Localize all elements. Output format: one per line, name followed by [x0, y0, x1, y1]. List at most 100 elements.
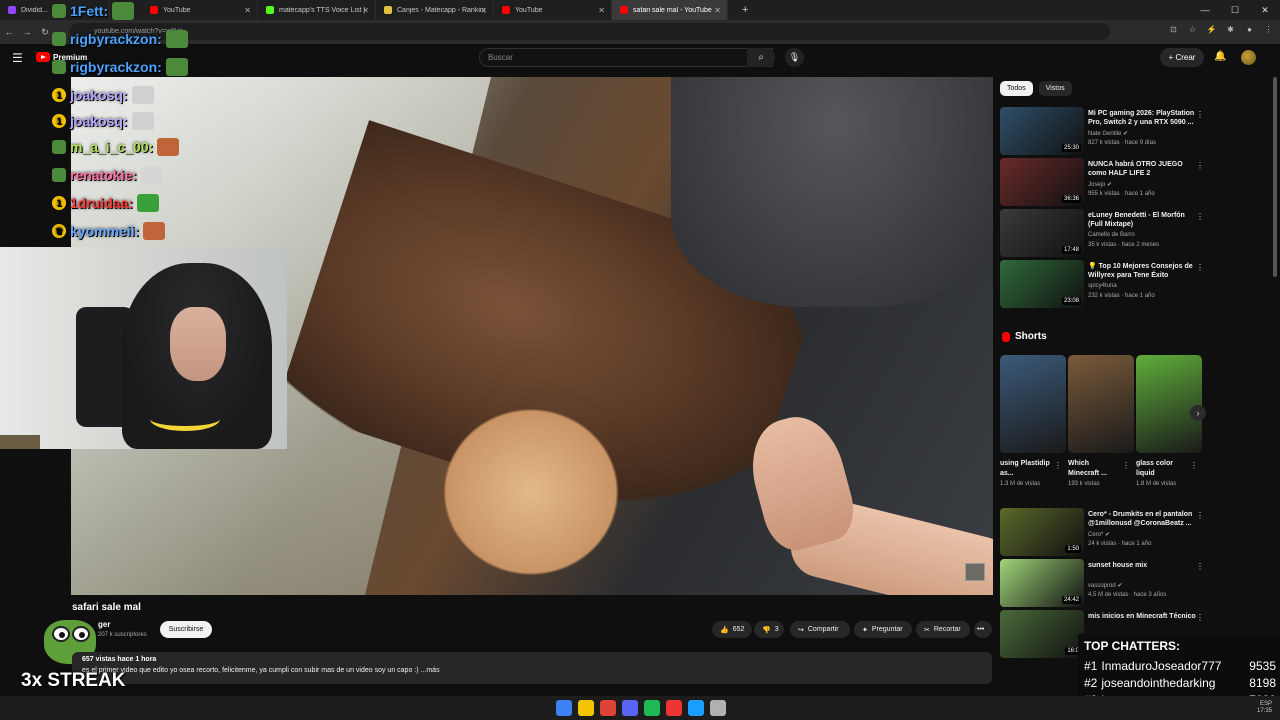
maximize-button[interactable]: ☐ — [1220, 0, 1250, 20]
taskbar-app-icon[interactable] — [710, 700, 726, 716]
menu-dots-icon[interactable]: ⋮ — [1263, 24, 1274, 35]
notifications-bell-icon[interactable]: 🔔 — [1214, 51, 1226, 62]
tab-close-icon[interactable]: ✕ — [362, 6, 369, 15]
browser-tab[interactable]: Canjes - Matecapp - Ranking y...✕ — [376, 0, 494, 20]
short-thumbnail[interactable] — [1136, 355, 1202, 453]
tab-close-icon[interactable]: ✕ — [244, 6, 251, 15]
taskbar-app-icon[interactable] — [600, 700, 616, 716]
recommended-video[interactable]: 23:08 💡 Top 10 Mejores Consejos de Willyr… — [1000, 260, 1205, 308]
chip-watched[interactable]: Vistos — [1038, 81, 1072, 96]
video-thumbnail[interactable]: 16:0 — [1000, 610, 1084, 658]
new-tab-button[interactable]: + — [742, 4, 748, 16]
more-actions-button[interactable]: ••• — [974, 621, 992, 638]
clip-button[interactable]: ✂ Recortar — [916, 621, 970, 638]
forward-arrow-icon[interactable]: → — [18, 27, 36, 37]
install-icon[interactable]: ⊡ — [1168, 24, 1179, 35]
back-arrow-icon[interactable]: ← — [0, 27, 18, 37]
minimize-button[interactable]: — — [1190, 0, 1220, 20]
ask-button[interactable]: ✦ Preguntar — [854, 621, 912, 638]
video-channel[interactable]: spicy4tuna — [1088, 283, 1117, 289]
video-title[interactable]: sunset house mix — [1088, 561, 1196, 570]
taskbar-app-icon[interactable] — [556, 700, 572, 716]
video-title[interactable]: Cero* - Drumkits en el pantalon @1millon… — [1088, 510, 1196, 528]
more-options-icon[interactable]: ⋮ — [1196, 613, 1204, 622]
recommended-video[interactable]: 1:50 Cero* - Drumkits en el pantalon @1mi… — [1000, 508, 1205, 556]
window-controls: — ☐ ✕ — [1190, 0, 1280, 20]
subscribe-button[interactable]: Suscribirse — [160, 621, 212, 638]
video-title[interactable]: eLuney Benedetti - El Morfón (Full Mixta… — [1088, 211, 1196, 229]
bookmark-star-icon[interactable]: ☆ — [1187, 24, 1198, 35]
more-options-icon[interactable]: ⋮ — [1196, 212, 1204, 221]
recommended-video[interactable]: 17:48 eLuney Benedetti - El Morfón (Full … — [1000, 209, 1205, 257]
address-bar[interactable]: youtube.com/watch?v=w8Vs... — [70, 23, 1110, 40]
browser-tab[interactable]: YouTube ✕ — [142, 0, 258, 20]
chat-username: kyommeii: — [70, 223, 140, 239]
puzzle-icon[interactable]: ✱ — [1225, 24, 1236, 35]
video-title[interactable]: 💡 Top 10 Mejores Consejos de Willyrex pa… — [1088, 262, 1196, 280]
chip-all[interactable]: Todos — [1000, 81, 1033, 96]
more-options-icon[interactable]: ⋮ — [1054, 461, 1062, 470]
short-item[interactable]: using Plastidip as... 1.3 M de vistas ⋮ — [1000, 355, 1066, 487]
voice-search-button[interactable]: 🎙 — [785, 48, 804, 67]
taskbar-app-icon[interactable] — [622, 700, 638, 716]
more-options-icon[interactable]: ⋮ — [1196, 511, 1204, 520]
more-options-icon[interactable]: ⋮ — [1122, 461, 1130, 470]
shorts-next-arrow-icon[interactable]: › — [1190, 405, 1206, 421]
recommended-video[interactable]: 25:30 Mi PC gaming 2026: PlayStation Pro,… — [1000, 107, 1205, 155]
account-avatar[interactable] — [1241, 50, 1256, 65]
more-options-icon[interactable]: ⋮ — [1196, 562, 1204, 571]
video-duration: 36:36 — [1061, 195, 1081, 203]
dislike-button[interactable]: 👎 3 — [754, 621, 784, 638]
taskbar-app-icon[interactable] — [644, 700, 660, 716]
tab-close-icon[interactable]: ✕ — [714, 6, 721, 15]
channel-name[interactable]: ger — [98, 620, 110, 629]
tab-close-icon[interactable]: ✕ — [480, 6, 487, 15]
more-options-icon[interactable]: ⋮ — [1196, 161, 1204, 170]
extension-icon[interactable]: ⚡ — [1206, 24, 1217, 35]
video-channel[interactable]: Cero* ✔ — [1088, 531, 1110, 538]
page-scrollbar[interactable] — [1273, 77, 1277, 277]
video-channel[interactable]: Nate Gentile ✔ — [1088, 130, 1128, 137]
recommended-video[interactable]: 24:42 sunset house mix vascoprod ✔ 4.5 M de… — [1000, 559, 1205, 607]
browser-tab[interactable]: safari sale mal - YouTube ✕ — [612, 0, 728, 20]
profile-icon[interactable]: ● — [1244, 24, 1255, 35]
tab-close-icon[interactable]: ✕ — [598, 6, 605, 15]
more-options-icon[interactable]: ⋮ — [1190, 461, 1198, 470]
close-window-button[interactable]: ✕ — [1250, 0, 1280, 20]
short-title[interactable]: using Plastidip as... — [1000, 459, 1054, 479]
taskbar-app-icon[interactable] — [666, 700, 682, 716]
short-item[interactable]: glass color liquid 1.8 M de vistas ⋮ — [1136, 355, 1202, 487]
video-thumbnail[interactable]: 25:30 — [1000, 107, 1084, 155]
browser-tab[interactable]: YouTube ✕ — [494, 0, 612, 20]
recommended-video[interactable]: 36:36 NUNCA habrá OTRO JUEGO como HALF LI… — [1000, 158, 1205, 206]
taskbar-app-icon[interactable] — [688, 700, 704, 716]
create-button[interactable]: + Crear — [1160, 48, 1204, 67]
short-thumbnail[interactable] — [1068, 355, 1134, 453]
hamburger-menu-icon[interactable]: ☰ — [12, 51, 23, 65]
video-channel[interactable]: Josejo ✔ — [1088, 181, 1112, 188]
more-options-icon[interactable]: ⋮ — [1196, 110, 1204, 119]
search-input[interactable]: Buscar — [479, 48, 773, 67]
video-title[interactable]: NUNCA habrá OTRO JUEGO como HALF LIFE 2 — [1088, 160, 1196, 178]
more-options-icon[interactable]: ⋮ — [1196, 263, 1204, 272]
browser-tab[interactable]: matecapp's TTS Voice List | Kick✕ — [258, 0, 376, 20]
video-thumbnail[interactable]: 24:42 — [1000, 559, 1084, 607]
short-item[interactable]: Which Minecraft ... 193 k vistas ⋮ — [1068, 355, 1134, 487]
short-thumbnail[interactable] — [1000, 355, 1066, 453]
video-title[interactable]: Mi PC gaming 2026: PlayStation Pro, Swit… — [1088, 109, 1196, 127]
video-thumbnail[interactable]: 1:50 — [1000, 508, 1084, 556]
video-thumbnail[interactable]: 17:48 — [1000, 209, 1084, 257]
short-title[interactable]: Which Minecraft ... — [1068, 459, 1122, 479]
video-thumbnail[interactable]: 36:36 — [1000, 158, 1084, 206]
video-channel[interactable]: Camello de Barro — [1088, 232, 1135, 238]
like-button[interactable]: 👍 652 — [712, 621, 752, 638]
video-description-box[interactable]: 657 vistas hace 1 hora es el primer vide… — [72, 652, 992, 684]
video-channel[interactable]: vascoprod ✔ — [1088, 582, 1122, 589]
search-button[interactable]: ⌕ — [747, 48, 775, 67]
video-title[interactable]: mis inicios en Minecraft Técnico — [1088, 612, 1196, 621]
video-thumbnail[interactable]: 23:08 — [1000, 260, 1084, 308]
short-title[interactable]: glass color liquid — [1136, 459, 1190, 479]
taskbar-app-icon[interactable] — [578, 700, 594, 716]
video-duration: 24:42 — [1061, 596, 1081, 604]
share-button[interactable]: ↪ Compartir — [790, 621, 850, 638]
